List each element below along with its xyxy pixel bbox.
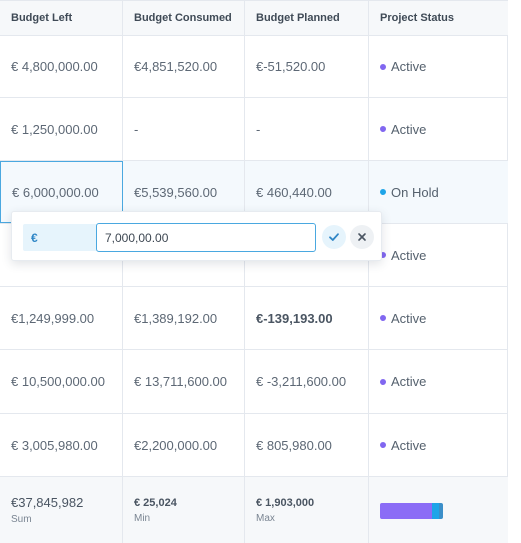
column-header-budget-left[interactable]: Budget Left bbox=[0, 1, 123, 35]
active-status-dot bbox=[380, 442, 386, 448]
min-value: € 25,024 bbox=[134, 496, 177, 509]
sum-summary-cell: €37,845,982 Sum bbox=[0, 477, 123, 543]
active-status-dot bbox=[380, 126, 386, 132]
budget-planned-cell[interactable]: €-51,520.00 bbox=[245, 36, 369, 97]
active-status-dot bbox=[380, 63, 386, 70]
table-row: € 10,500,000.00 € 13,711,600.00 € -3,211… bbox=[0, 350, 508, 414]
budget-value-input[interactable] bbox=[96, 223, 316, 252]
status-bar-segment-other bbox=[438, 503, 443, 519]
currency-prefix: € bbox=[23, 224, 99, 251]
status-badge: Active bbox=[380, 374, 426, 389]
status-label: Active bbox=[391, 247, 427, 263]
project-status-cell[interactable]: Active bbox=[369, 414, 508, 476]
max-value: € 1,903,000 bbox=[256, 496, 315, 509]
table-row: € 4,800,000.00 €4,851,520.00 €-51,520.00… bbox=[0, 36, 508, 98]
close-icon bbox=[358, 233, 366, 241]
min-label: Min bbox=[134, 512, 151, 524]
cell-editor-popup: € bbox=[11, 211, 382, 261]
summary-footer: €37,845,982 Sum € 25,024 Min € 1,903,000… bbox=[0, 477, 508, 543]
project-status-cell[interactable]: Active bbox=[369, 36, 508, 97]
budget-planned-cell[interactable]: € 805,980.00 bbox=[245, 414, 369, 476]
project-status-cell[interactable]: On Hold bbox=[369, 161, 508, 223]
budget-planned-cell[interactable]: € -3,211,600.00 bbox=[245, 350, 369, 413]
column-header-project-status[interactable]: Project Status bbox=[369, 1, 508, 35]
status-label: Active bbox=[391, 59, 427, 74]
status-badge: Active bbox=[380, 438, 426, 453]
budget-consumed-cell[interactable]: € 13,711,600.00 bbox=[123, 350, 245, 413]
column-header-budget-consumed[interactable]: Budget Consumed bbox=[123, 1, 245, 35]
status-label: Active bbox=[391, 374, 427, 389]
project-status-cell[interactable]: Active bbox=[369, 350, 508, 413]
status-badge: On Hold bbox=[380, 185, 439, 200]
table-row: € 3,005,980.00 €2,200,000.00 € 805,980.0… bbox=[0, 414, 508, 477]
status-badge: Active bbox=[380, 311, 426, 326]
budget-consumed-cell[interactable]: - bbox=[123, 98, 245, 160]
sum-value: €37,845,982 bbox=[11, 495, 84, 510]
budget-table: Budget Left Budget Consumed Budget Plann… bbox=[0, 0, 508, 543]
project-status-cell[interactable]: Active bbox=[369, 98, 508, 160]
table-row: € 1,250,000.00 - - Active bbox=[0, 98, 508, 161]
max-summary-cell: € 1,903,000 Max bbox=[245, 477, 369, 543]
budget-consumed-cell[interactable]: €1,389,192.00 bbox=[123, 287, 245, 349]
check-icon bbox=[329, 233, 339, 241]
budget-left-cell[interactable]: € 4,800,000.00 bbox=[0, 36, 123, 97]
budget-consumed-cell[interactable]: €2,200,000.00 bbox=[123, 414, 245, 476]
budget-planned-cell[interactable]: €-139,193.00 bbox=[245, 287, 369, 349]
budget-planned-cell[interactable]: - bbox=[245, 98, 369, 160]
project-status-cell[interactable]: Active bbox=[369, 287, 508, 349]
status-label: On Hold bbox=[391, 184, 439, 200]
table-row: €1,249,999.00 €1,389,192.00 €-139,193.00… bbox=[0, 287, 508, 350]
max-label: Max bbox=[256, 512, 275, 524]
status-badge: Active bbox=[380, 59, 426, 74]
status-bar-segment-active bbox=[380, 503, 433, 519]
sum-label: Sum bbox=[11, 514, 32, 525]
status-label: Active bbox=[391, 310, 427, 326]
budget-left-cell[interactable]: €1,249,999.00 bbox=[0, 287, 123, 349]
status-label: Active bbox=[391, 437, 427, 453]
confirm-button[interactable] bbox=[322, 225, 346, 249]
status-badge: Active bbox=[380, 248, 426, 263]
status-badge: Active bbox=[380, 122, 426, 137]
budget-left-cell[interactable]: € 10,500,000.00 bbox=[0, 350, 123, 413]
min-summary-cell: € 25,024 Min bbox=[123, 477, 245, 543]
budget-consumed-cell[interactable]: €4,851,520.00 bbox=[123, 36, 245, 97]
column-header-budget-planned[interactable]: Budget Planned bbox=[245, 1, 369, 35]
status-summary-cell bbox=[369, 477, 508, 543]
cancel-button[interactable] bbox=[350, 225, 374, 249]
budget-left-cell[interactable]: € 1,250,000.00 bbox=[0, 98, 123, 160]
active-status-dot bbox=[380, 378, 386, 385]
status-distribution-bar bbox=[380, 503, 443, 519]
active-status-dot bbox=[380, 315, 386, 321]
on-hold-status-dot bbox=[380, 189, 386, 195]
status-label: Active bbox=[391, 121, 427, 137]
project-status-cell[interactable]: Active bbox=[369, 224, 508, 286]
table-header: Budget Left Budget Consumed Budget Plann… bbox=[0, 0, 508, 36]
budget-left-cell[interactable]: € 3,005,980.00 bbox=[0, 414, 123, 476]
